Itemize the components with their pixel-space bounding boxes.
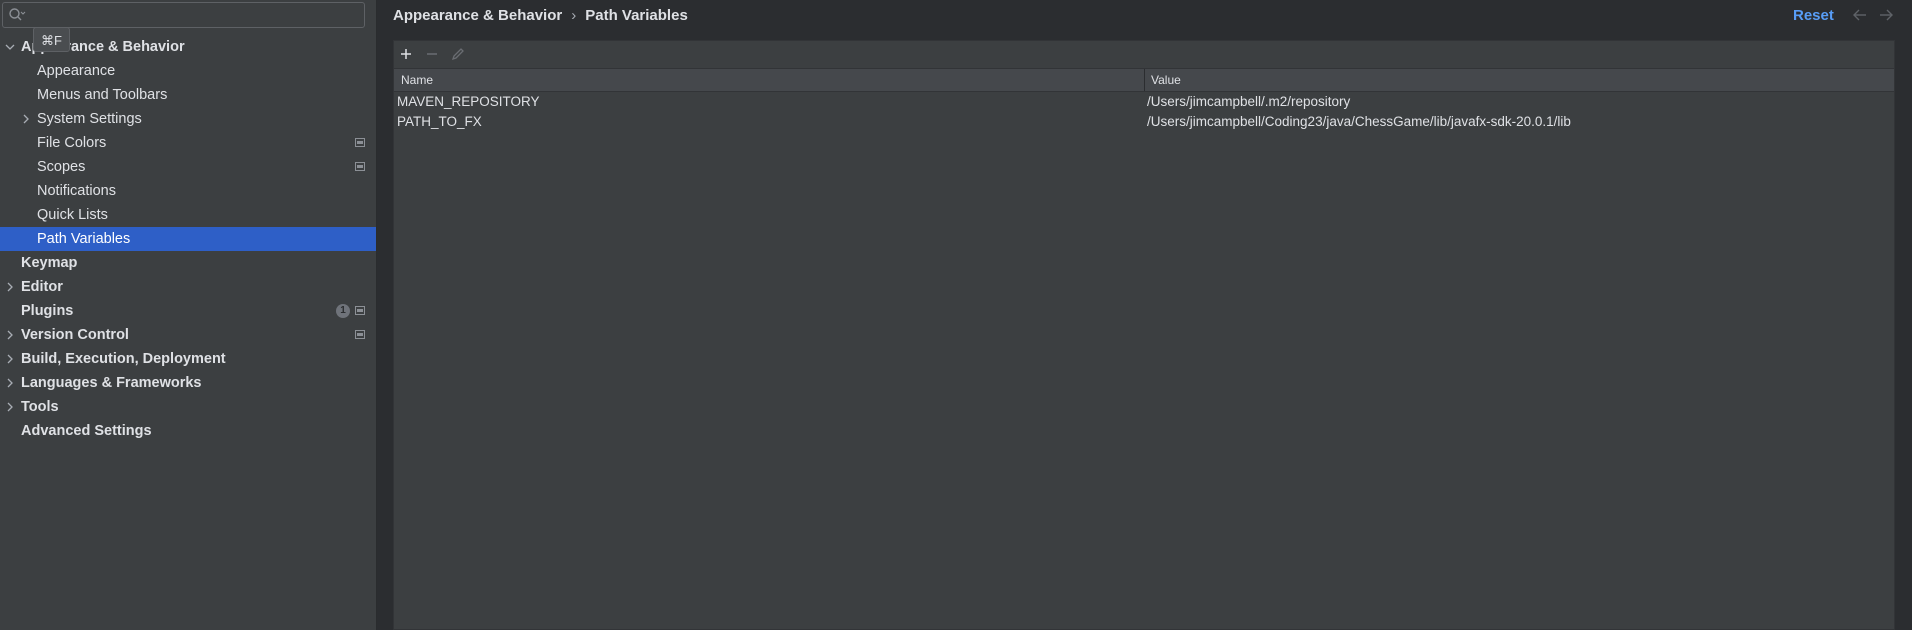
project-level-icon (355, 162, 365, 171)
sidebar-item-appearance[interactable]: Appearance (0, 59, 376, 83)
chevron-right-icon[interactable] (4, 377, 16, 389)
sidebar-item-keymap[interactable]: Keymap (0, 251, 376, 275)
forward-arrow-icon[interactable] (1878, 8, 1894, 22)
sidebar-item-label: Quick Lists (37, 207, 108, 223)
sidebar-item-label: Path Variables (37, 231, 131, 247)
sidebar-item-label: Build, Execution, Deployment (21, 351, 226, 367)
variable-name-cell: PATH_TO_FX (397, 114, 482, 129)
sidebar-item-label: System Settings (37, 111, 142, 127)
sidebar-item-label: Version Control (21, 327, 129, 343)
sidebar-item-label: Editor (21, 279, 63, 295)
remove-icon[interactable] (423, 45, 441, 63)
search-icon[interactable] (8, 7, 26, 23)
sidebar-item-label: Tools (21, 399, 59, 415)
sidebar-item-label: Appearance (37, 63, 116, 79)
search-field[interactable] (2, 2, 365, 28)
table-toolbar (394, 41, 1894, 67)
sidebar-item-label: Menus and Toolbars (37, 87, 168, 103)
update-count-badge: 1 (336, 304, 350, 318)
sidebar-item-scopes[interactable]: Scopes (0, 155, 376, 179)
breadcrumb-current: Path Variables (585, 7, 688, 24)
sidebar-item-build-execution-deployment[interactable]: Build, Execution, Deployment (0, 347, 376, 371)
shortcut-tooltip: ⌘F (33, 27, 70, 52)
sidebar-item-file-colors[interactable]: File Colors (0, 131, 376, 155)
project-level-icon (355, 138, 365, 147)
sidebar-item-label: Languages & Frameworks (21, 375, 202, 391)
settings-sidebar: ⌘F Appearance & Behavior Appearance Menus … (0, 0, 377, 630)
chevron-right-icon[interactable] (20, 113, 32, 125)
sidebar-item-tools[interactable]: Tools (0, 395, 376, 419)
sidebar-item-label: Keymap (21, 255, 78, 271)
sidebar-item-quick-lists[interactable]: Quick Lists (0, 203, 376, 227)
chevron-down-icon[interactable] (4, 41, 16, 53)
breadcrumb-parent[interactable]: Appearance & Behavior (393, 7, 562, 24)
chevron-right-icon[interactable] (4, 281, 16, 293)
sidebar-item-system-settings[interactable]: System Settings (0, 107, 376, 131)
project-level-icon (355, 330, 365, 339)
sidebar-item-plugins[interactable]: Plugins 1 (0, 299, 376, 323)
sidebar-item-advanced-settings[interactable]: Advanced Settings (0, 419, 376, 443)
sidebar-item-languages-frameworks[interactable]: Languages & Frameworks (0, 371, 376, 395)
settings-tree: Appearance & Behavior Appearance Menus and… (0, 35, 376, 443)
sidebar-item-menus-and-toolbars[interactable]: Menus and Toolbars (0, 83, 376, 107)
reset-button[interactable]: Reset (1793, 7, 1834, 24)
column-header-value[interactable]: Value (1151, 69, 1181, 91)
sidebar-item-label: Scopes (37, 159, 86, 175)
sidebar-item-label: Advanced Settings (21, 423, 152, 439)
sidebar-item-label: Notifications (37, 183, 116, 199)
variable-value-cell: /Users/jimcampbell/Coding23/java/ChessGa… (1147, 114, 1571, 129)
project-level-icon (355, 306, 365, 315)
sidebar-item-version-control[interactable]: Version Control (0, 323, 376, 347)
variable-name-cell: MAVEN_REPOSITORY (397, 94, 540, 109)
column-header-name[interactable]: Name (401, 69, 433, 91)
back-arrow-icon[interactable] (1852, 8, 1868, 22)
chevron-right-icon[interactable] (4, 353, 16, 365)
sidebar-item-label: File Colors (37, 135, 107, 151)
path-variables-panel: Name Value MAVEN_REPOSITORY /Users/jimca… (393, 40, 1895, 630)
chevron-right-icon[interactable] (4, 329, 16, 341)
search-input[interactable] (29, 5, 363, 27)
variable-value-cell: /Users/jimcampbell/.m2/repository (1147, 94, 1351, 109)
column-divider[interactable] (1144, 69, 1145, 91)
table-row[interactable]: MAVEN_REPOSITORY /Users/jimcampbell/.m2/… (394, 92, 1894, 112)
sidebar-item-label: Plugins (21, 303, 74, 319)
edit-pencil-icon[interactable] (449, 45, 467, 63)
table-row[interactable]: PATH_TO_FX /Users/jimcampbell/Coding23/j… (394, 112, 1894, 132)
breadcrumb: Appearance & Behavior › Path Variables (393, 7, 688, 24)
table-header: Name Value (394, 68, 1894, 92)
breadcrumb-separator: › (571, 7, 577, 24)
settings-content: Appearance & Behavior › Path Variables Res… (377, 0, 1912, 630)
chevron-right-icon[interactable] (4, 401, 16, 413)
add-icon[interactable] (397, 45, 415, 63)
sidebar-item-path-variables[interactable]: Path Variables (0, 227, 376, 251)
sidebar-item-notifications[interactable]: Notifications (0, 179, 376, 203)
sidebar-item-editor[interactable]: Editor (0, 275, 376, 299)
